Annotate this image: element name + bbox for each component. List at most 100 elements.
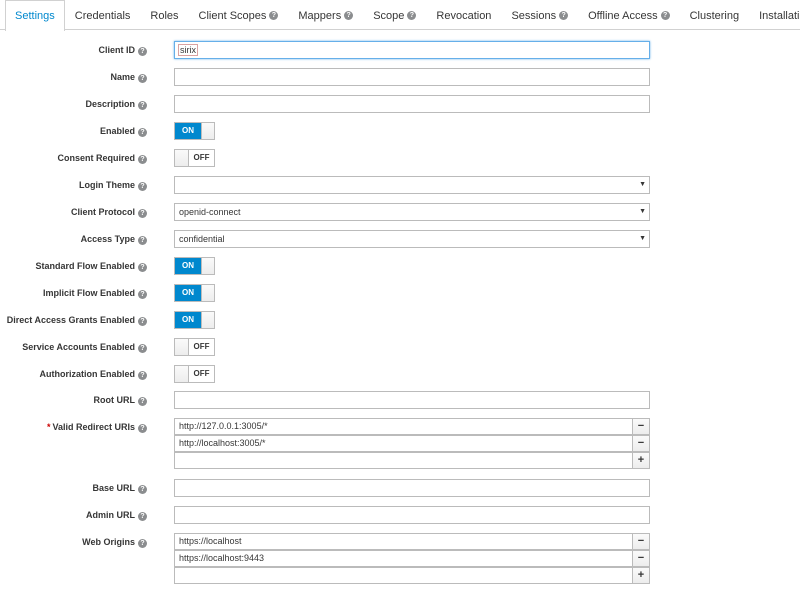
help-icon: ? — [138, 317, 147, 326]
tab-scope[interactable]: Scope? — [363, 0, 426, 30]
web-origins-row: Web Origins? https://localhost − https:/… — [0, 533, 800, 585]
consent-required-toggle[interactable]: OFF — [174, 149, 215, 167]
remove-uri-button[interactable]: − — [633, 418, 650, 435]
tab-mappers[interactable]: Mappers? — [288, 0, 363, 30]
caret-down-icon: ▼ — [639, 208, 646, 215]
service-accounts-toggle[interactable]: OFF — [174, 338, 215, 356]
client-tabs: Settings Credentials Roles Client Scopes… — [0, 0, 800, 31]
redirect-uris-list: http://127.0.0.1:3005/* − http://localho… — [174, 418, 650, 469]
login-theme-row: Login Theme? ▼ — [0, 176, 800, 194]
direct-access-label: Direct Access Grants Enabled? — [7, 311, 147, 329]
help-icon: ? — [138, 74, 147, 83]
help-icon: ? — [138, 371, 147, 380]
service-accounts-row: Service Accounts Enabled? OFF — [0, 338, 800, 356]
tab-clustering[interactable]: Clustering — [680, 0, 750, 30]
tab-revocation[interactable]: Revocation — [426, 0, 501, 30]
web-origins-label: Web Origins? — [82, 533, 147, 551]
client-id-label: Client ID? — [98, 41, 147, 59]
add-uri-button[interactable]: + — [633, 452, 650, 469]
access-type-row: Access Type? confidential ▼ — [0, 230, 800, 248]
help-icon: ? — [138, 344, 147, 353]
list-item: http://127.0.0.1:3005/* − — [174, 418, 650, 435]
base-url-input[interactable] — [174, 479, 650, 497]
help-icon: ? — [138, 397, 147, 406]
help-icon: ? — [138, 290, 147, 299]
tab-client-scopes[interactable]: Client Scopes? — [189, 0, 289, 30]
redirect-uri-input[interactable]: http://localhost:3005/* — [174, 435, 633, 452]
tab-sessions[interactable]: Sessions? — [501, 0, 578, 30]
admin-url-label: Admin URL? — [86, 506, 147, 524]
authorization-label: Authorization Enabled? — [40, 365, 147, 383]
root-url-input[interactable] — [174, 391, 650, 409]
help-icon: ? — [344, 11, 354, 20]
consent-required-row: Consent Required? OFF — [0, 149, 800, 167]
remove-origin-button[interactable]: − — [633, 550, 650, 567]
help-icon: ? — [138, 236, 147, 245]
list-item: + — [174, 452, 650, 469]
list-item: https://localhost − — [174, 533, 650, 550]
admin-url-input[interactable] — [174, 506, 650, 524]
description-label: Description? — [85, 95, 147, 113]
web-origins-list: https://localhost − https://localhost:94… — [174, 533, 650, 584]
implicit-flow-label: Implicit Flow Enabled? — [43, 284, 147, 302]
client-protocol-row: Client Protocol? openid-connect ▼ — [0, 203, 800, 221]
name-row: Name? — [0, 68, 800, 86]
help-icon: ? — [138, 539, 147, 548]
tab-offline-access[interactable]: Offline Access? — [578, 0, 680, 30]
tab-credentials[interactable]: Credentials — [65, 0, 141, 30]
client-protocol-select[interactable]: openid-connect ▼ — [174, 203, 650, 221]
standard-flow-toggle[interactable]: ON — [174, 257, 215, 275]
base-url-row: Base URL? — [0, 479, 800, 497]
login-theme-label: Login Theme? — [79, 176, 147, 194]
help-icon: ? — [138, 485, 147, 494]
name-input[interactable] — [174, 68, 650, 86]
help-icon: ? — [269, 11, 279, 20]
service-accounts-label: Service Accounts Enabled? — [22, 338, 147, 356]
direct-access-toggle[interactable]: ON — [174, 311, 215, 329]
web-origin-input[interactable]: https://localhost — [174, 533, 633, 550]
implicit-flow-row: Implicit Flow Enabled? ON — [0, 284, 800, 302]
root-url-row: Root URL? — [0, 391, 800, 409]
help-icon: ? — [138, 155, 147, 164]
name-label: Name? — [110, 68, 147, 86]
description-row: Description? — [0, 95, 800, 113]
help-icon: ? — [138, 512, 147, 521]
redirect-uri-input[interactable]: http://127.0.0.1:3005/* — [174, 418, 633, 435]
enabled-toggle[interactable]: ON — [174, 122, 215, 140]
remove-origin-button[interactable]: − — [633, 533, 650, 550]
login-theme-select[interactable]: ▼ — [174, 176, 650, 194]
new-web-origin-input[interactable] — [174, 567, 633, 584]
standard-flow-row: Standard Flow Enabled? ON — [0, 257, 800, 275]
help-icon: ? — [660, 11, 670, 20]
help-icon: ? — [138, 263, 147, 272]
redirect-uris-row: * Valid Redirect URIs? http://127.0.0.1:3… — [0, 418, 800, 470]
remove-uri-button[interactable]: − — [633, 435, 650, 452]
help-icon: ? — [138, 424, 147, 433]
required-marker: * — [46, 422, 51, 432]
help-icon: ? — [138, 47, 147, 56]
list-item: http://localhost:3005/* − — [174, 435, 650, 452]
tab-settings[interactable]: Settings — [5, 0, 65, 31]
base-url-label: Base URL? — [92, 479, 147, 497]
help-icon: ? — [138, 101, 147, 110]
standard-flow-label: Standard Flow Enabled? — [35, 257, 147, 275]
tab-roles[interactable]: Roles — [140, 0, 188, 30]
access-type-select[interactable]: confidential ▼ — [174, 230, 650, 248]
help-icon: ? — [407, 11, 417, 20]
caret-down-icon: ▼ — [639, 235, 646, 242]
enabled-row: Enabled? ON — [0, 122, 800, 140]
consent-required-label: Consent Required? — [57, 149, 147, 167]
description-input[interactable] — [174, 95, 650, 113]
root-url-label: Root URL? — [94, 391, 147, 409]
help-icon: ? — [138, 209, 147, 218]
caret-down-icon: ▼ — [639, 181, 646, 188]
tab-installation[interactable]: Installation? — [749, 0, 800, 30]
web-origin-input[interactable]: https://localhost:9443 — [174, 550, 633, 567]
authorization-toggle[interactable]: OFF — [174, 365, 215, 383]
implicit-flow-toggle[interactable]: ON — [174, 284, 215, 302]
help-icon: ? — [559, 11, 569, 20]
add-origin-button[interactable]: + — [633, 567, 650, 584]
client-id-input[interactable]: sirix — [174, 41, 650, 59]
new-redirect-uri-input[interactable] — [174, 452, 633, 469]
help-icon: ? — [138, 128, 147, 137]
